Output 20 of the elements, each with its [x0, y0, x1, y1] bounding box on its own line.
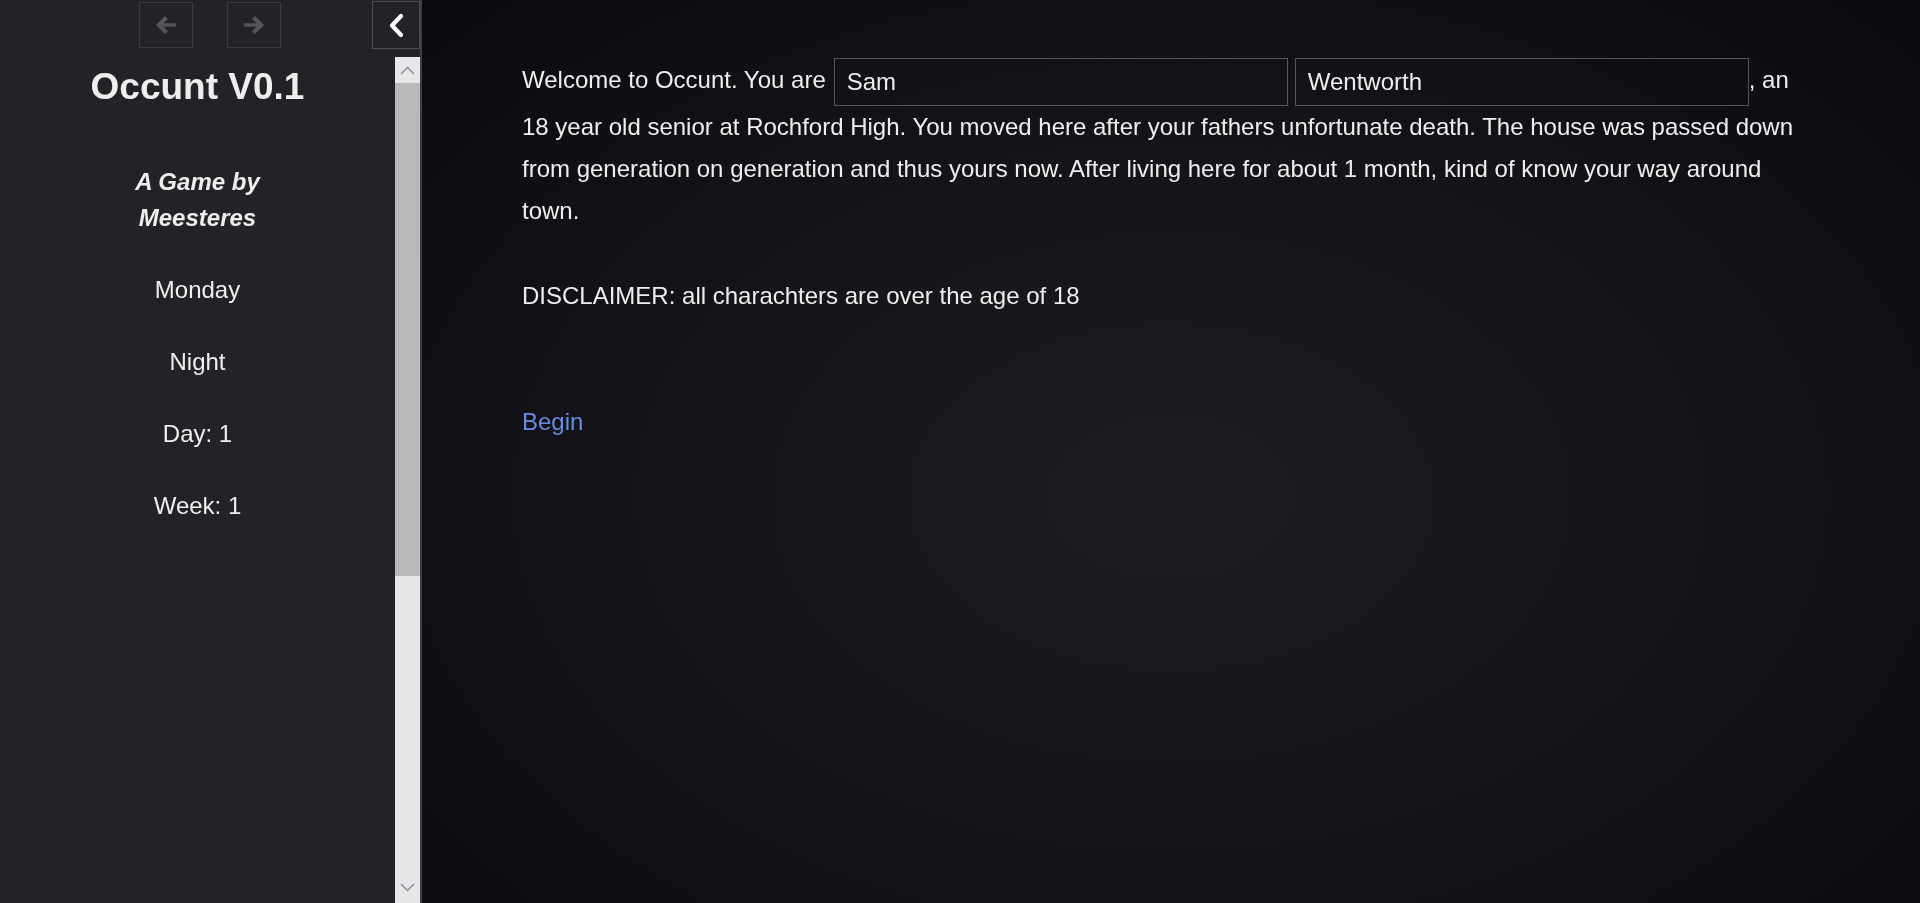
last-name-field[interactable]: Wentworth	[1294, 58, 1749, 106]
begin-link[interactable]: Begin	[522, 401, 584, 443]
chevron-left-icon	[388, 12, 404, 38]
arrow-left-icon	[154, 13, 178, 37]
status-text: Night	[169, 347, 226, 377]
story-title: Occunt V0.1	[90, 65, 305, 109]
intro-text: 18 year old senior at Rochford High. You moved here after your fathers unfortunate death. The house was passed down from generation on generation and thus yours now. After living here for about 1 month, kind of know your way around town.	[522, 112, 1795, 226]
first-name-field[interactable]: Sam	[833, 58, 1288, 106]
arrow-right-icon	[242, 13, 266, 37]
disclaimer-text: DISCLAIMER: all charachters are over the age of 18	[522, 281, 1080, 311]
scroll-up-icon[interactable]	[400, 65, 415, 75]
status-text: Week: 1	[153, 491, 242, 521]
collapse-sidebar-button[interactable]	[372, 1, 420, 49]
story-subtitle: A Game by Meesteres	[134, 167, 262, 233]
scroll-down-icon[interactable]	[400, 883, 415, 892]
status-text: Day: 1	[162, 419, 233, 449]
status-text: Monday	[154, 275, 241, 305]
scrollbar-thumb[interactable]	[395, 83, 420, 576]
intro-text: Welcome to Occunt. You are	[522, 66, 826, 94]
intro-text: , an	[1748, 66, 1789, 94]
